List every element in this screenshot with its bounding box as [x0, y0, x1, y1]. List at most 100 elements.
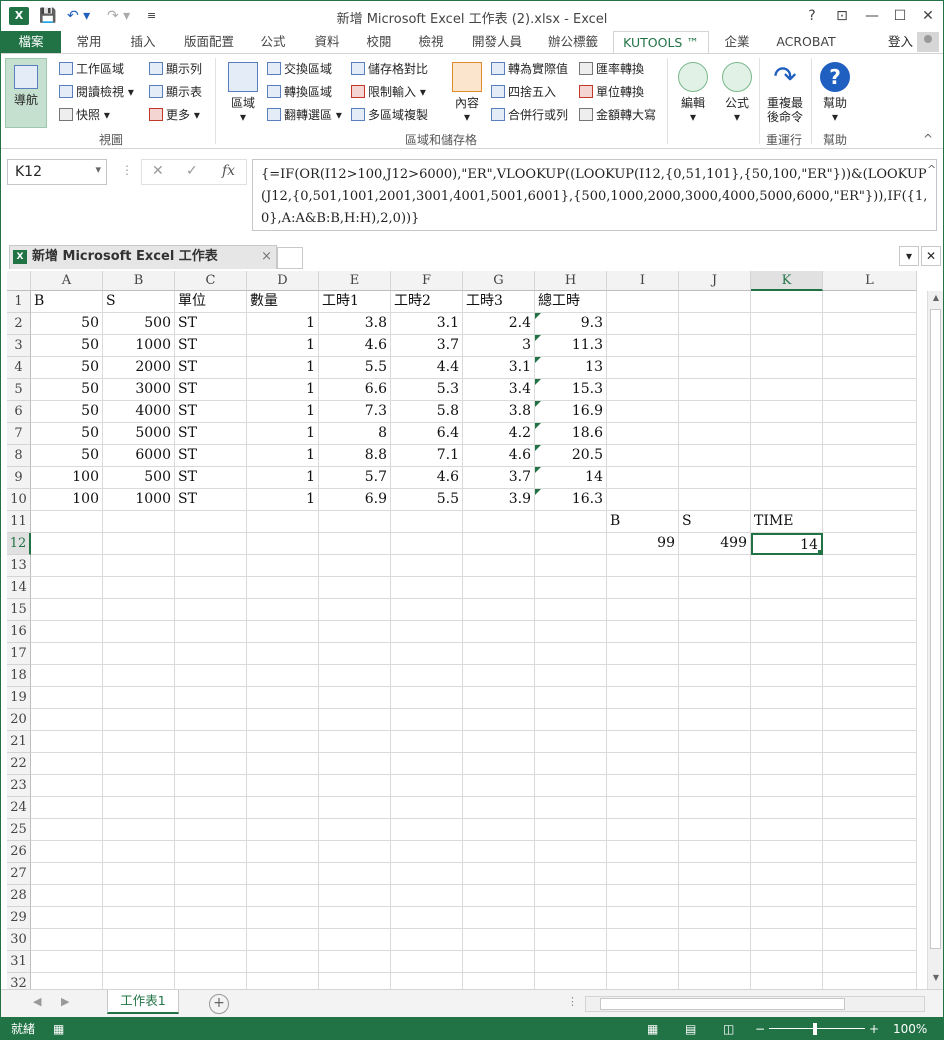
row-header[interactable]: 25 [7, 819, 31, 841]
table-cell[interactable]: 16.9 [535, 401, 607, 423]
cell[interactable] [247, 533, 319, 555]
cell[interactable] [247, 863, 319, 885]
tab-developer[interactable]: 開發人員 [465, 31, 529, 53]
cell[interactable] [679, 731, 751, 753]
row-header[interactable]: 9 [7, 467, 31, 489]
cell[interactable] [391, 599, 463, 621]
cell[interactable] [607, 489, 679, 511]
cell[interactable] [391, 621, 463, 643]
cell[interactable] [175, 797, 247, 819]
column-header-k[interactable]: K [751, 271, 823, 291]
show-columns-button[interactable]: 顯示列 [149, 60, 202, 78]
cell[interactable] [823, 973, 917, 989]
table-cell[interactable]: ST [175, 357, 247, 379]
table-cell[interactable]: 6.6 [319, 379, 391, 401]
table-cell[interactable]: ST [175, 379, 247, 401]
cell[interactable] [31, 797, 103, 819]
cell[interactable] [679, 929, 751, 951]
cell[interactable] [391, 533, 463, 555]
table-cell[interactable]: 3.8 [319, 313, 391, 335]
cell[interactable] [247, 731, 319, 753]
cell[interactable] [823, 665, 917, 687]
cell[interactable] [31, 511, 103, 533]
cell[interactable] [751, 357, 823, 379]
merge-rows-cols-button[interactable]: 合併行或列 [491, 106, 568, 124]
cell[interactable] [31, 841, 103, 863]
cell[interactable] [463, 907, 535, 929]
cell[interactable] [823, 555, 917, 577]
table-cell[interactable]: 5.8 [391, 401, 463, 423]
row-header[interactable]: 31 [7, 951, 31, 973]
cell[interactable] [319, 797, 391, 819]
header-cell[interactable]: 單位 [175, 291, 247, 313]
tab-home[interactable]: 常用 [67, 31, 111, 53]
cell[interactable] [463, 643, 535, 665]
cell[interactable] [247, 907, 319, 929]
cell[interactable] [103, 973, 175, 989]
cell[interactable] [607, 709, 679, 731]
worksheet-grid[interactable]: A B C D E F G H I J K L 1 B S 單位 數量 工時1 工時2 工時3 總工時 2 50 500 ST 1… [7, 271, 927, 989]
row-header[interactable]: 18 [7, 665, 31, 687]
cell[interactable] [175, 753, 247, 775]
cell[interactable] [823, 687, 917, 709]
cell[interactable] [679, 973, 751, 989]
cell[interactable] [31, 907, 103, 929]
cell[interactable] [607, 335, 679, 357]
cell[interactable] [535, 577, 607, 599]
cell[interactable] [823, 291, 917, 313]
macro-record-icon[interactable]: ▦ [53, 1017, 64, 1039]
cell[interactable] [103, 599, 175, 621]
minimize-button[interactable]: — [859, 5, 885, 27]
row-header[interactable]: 32 [7, 973, 31, 989]
cell[interactable] [391, 709, 463, 731]
cell[interactable] [463, 951, 535, 973]
cell[interactable] [823, 511, 917, 533]
cell[interactable] [751, 489, 823, 511]
column-header-f[interactable]: F [391, 271, 463, 291]
table-cell[interactable]: 100 [31, 489, 103, 511]
cell[interactable] [175, 731, 247, 753]
cell[interactable] [103, 555, 175, 577]
cell[interactable] [31, 599, 103, 621]
cell[interactable] [679, 423, 751, 445]
cell[interactable] [751, 621, 823, 643]
cell[interactable] [175, 841, 247, 863]
cell[interactable] [31, 709, 103, 731]
tab-page-layout[interactable]: 版面配置 [177, 31, 241, 53]
cell[interactable] [751, 291, 823, 313]
cell[interactable] [319, 577, 391, 599]
cell[interactable] [103, 621, 175, 643]
cell[interactable] [679, 885, 751, 907]
table-cell[interactable]: 3.7 [391, 335, 463, 357]
table-cell[interactable]: 20.5 [535, 445, 607, 467]
table-cell[interactable]: 500 [103, 467, 175, 489]
cell[interactable] [535, 687, 607, 709]
column-header-j[interactable]: J [679, 271, 751, 291]
cell[interactable] [103, 951, 175, 973]
cell[interactable] [247, 709, 319, 731]
cell[interactable] [391, 885, 463, 907]
cell[interactable] [463, 929, 535, 951]
sign-in-link[interactable]: 登入 [888, 31, 913, 53]
row-header[interactable]: 30 [7, 929, 31, 951]
table-cell[interactable]: 1 [247, 445, 319, 467]
cell[interactable] [679, 555, 751, 577]
cell[interactable] [319, 731, 391, 753]
cell[interactable] [247, 929, 319, 951]
table-cell[interactable]: 5.7 [319, 467, 391, 489]
row-header[interactable]: 27 [7, 863, 31, 885]
table-cell[interactable]: ST [175, 445, 247, 467]
cell[interactable] [319, 709, 391, 731]
cell[interactable] [463, 599, 535, 621]
table-cell[interactable]: 50 [31, 423, 103, 445]
cell[interactable] [31, 687, 103, 709]
cell[interactable] [679, 907, 751, 929]
cell[interactable] [175, 951, 247, 973]
cell[interactable] [31, 929, 103, 951]
cell[interactable] [823, 819, 917, 841]
cell[interactable] [463, 577, 535, 599]
cell[interactable] [535, 863, 607, 885]
cell[interactable] [391, 797, 463, 819]
cell[interactable] [319, 533, 391, 555]
cell[interactable] [823, 357, 917, 379]
